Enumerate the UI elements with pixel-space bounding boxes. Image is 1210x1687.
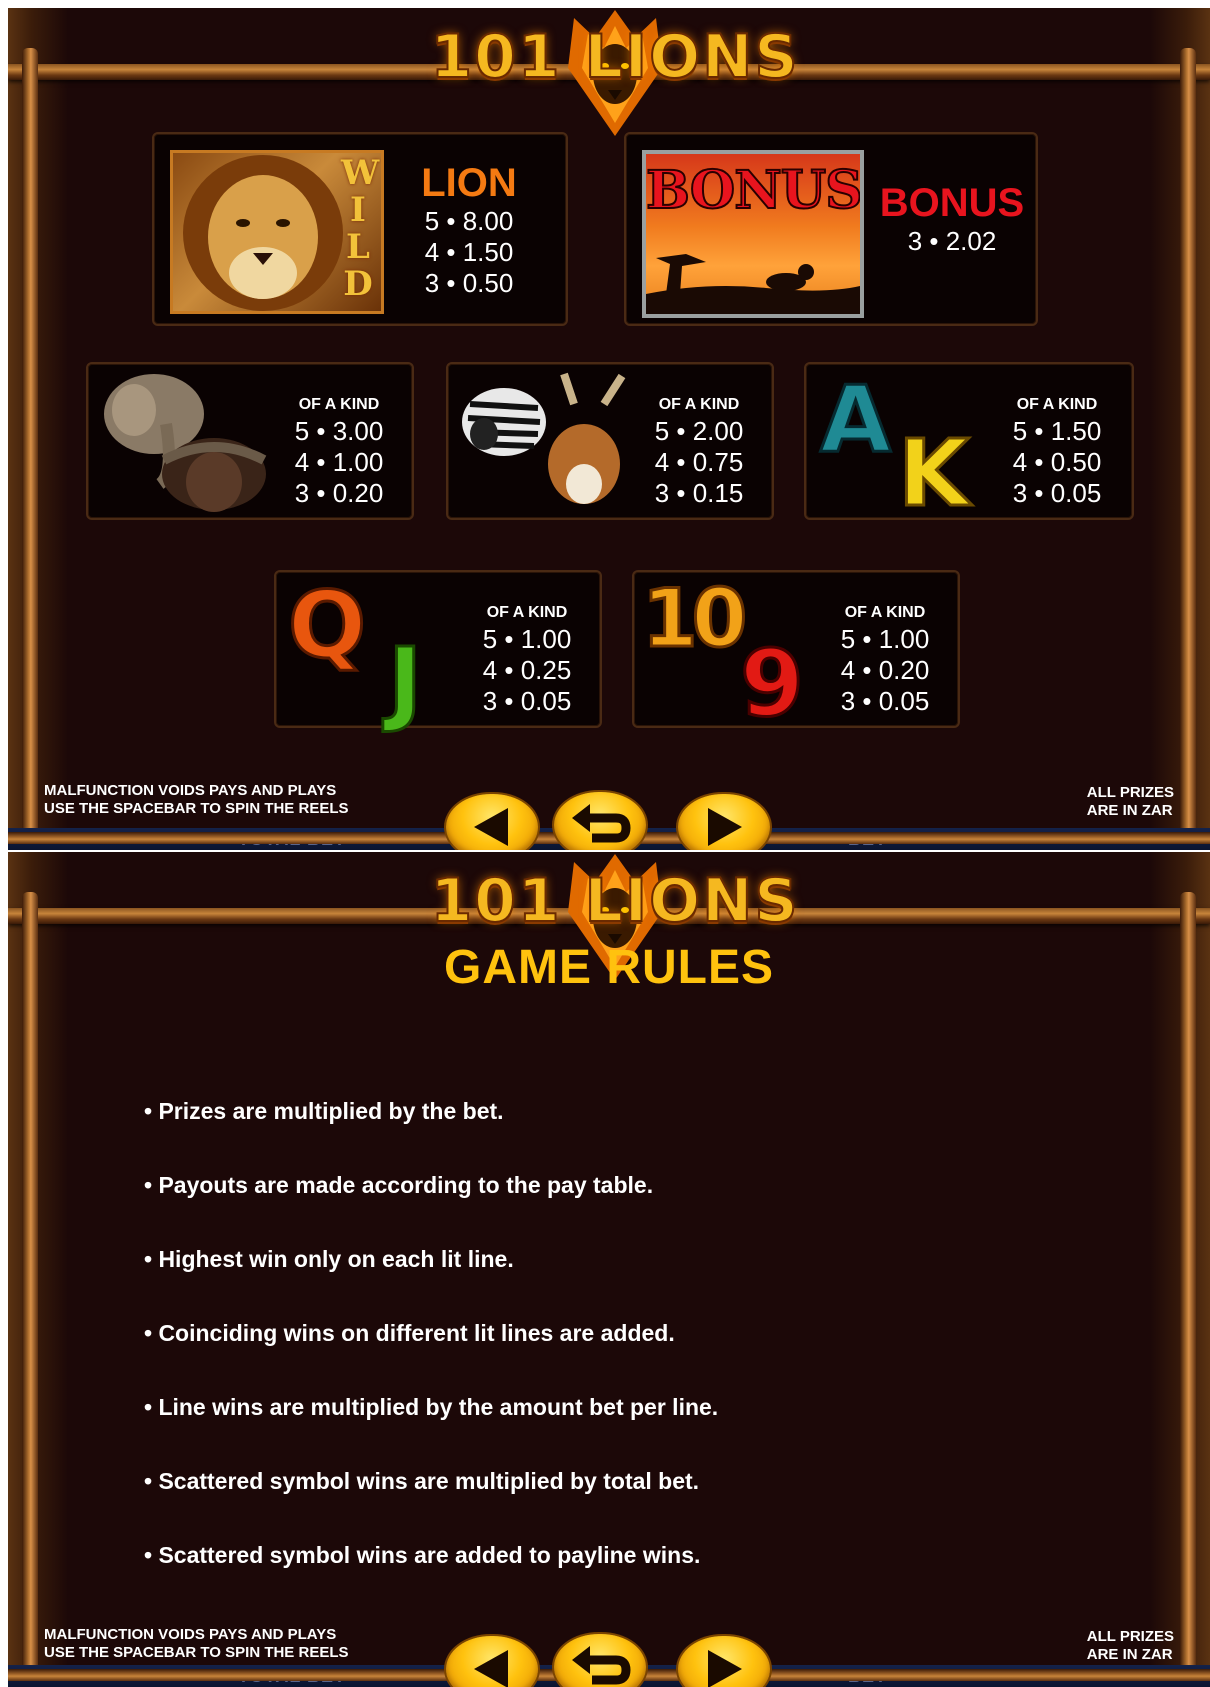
- rule-item: • Line wins are multiplied by the amount…: [144, 1394, 719, 1420]
- of-a-kind-label: OF A KIND: [1016, 396, 1098, 413]
- ten-nine-panel: 10 9 OF A KIND 5 • 1.00 4 • 0.20 3 • 0.0…: [632, 570, 960, 739]
- rule-item: • Payouts are made according to the pay …: [144, 1172, 654, 1198]
- bonus-title: BONUS: [879, 181, 1025, 225]
- lion-pay-3: 3 • 0.50: [424, 268, 514, 298]
- of-a-kind-label: OF A KIND: [844, 604, 926, 621]
- zebra-antelope-icon: [462, 372, 626, 504]
- prev-page-button[interactable]: [446, 1636, 538, 1687]
- rule-item: • Scattered symbol wins are added to pay…: [144, 1542, 701, 1568]
- back-to-game-button[interactable]: [554, 792, 646, 850]
- lion-pay-column: LION 5 • 8.00 4 • 1.50 3 • 0.50: [414, 160, 524, 299]
- a-symbol: A: [818, 365, 892, 475]
- currency-notice: ALL PRIZES ARE IN ZAR: [1087, 784, 1174, 820]
- footer-disclaimer: MALFUNCTION VOIDS PAYS AND PLAYS USE THE…: [44, 782, 349, 818]
- ak-pay-5: 5 • 1.50: [1012, 416, 1102, 446]
- qj-pay-3: 3 • 0.05: [482, 686, 572, 716]
- q-j-pay-column: OF A KIND 5 • 1.00 4 • 0.25 3 • 0.05: [472, 604, 582, 717]
- ten-nine-pay-4: 4 • 0.20: [840, 655, 930, 685]
- zebra-pay-4: 4 • 0.75: [654, 447, 744, 477]
- return-arrow-icon: [572, 1646, 631, 1685]
- currency-notice: ALL PRIZES ARE IN ZAR: [1087, 1628, 1174, 1664]
- currency-label: ARE IN ZAR: [1086, 1646, 1173, 1663]
- left-triangle-icon: [474, 1650, 508, 1687]
- return-arrow-icon: [572, 804, 631, 843]
- prev-page-button[interactable]: [446, 794, 538, 850]
- right-triangle-icon: [708, 808, 742, 846]
- rules-screen: TOTAL BET BET 101 LIONS GAME RULES • Pri…: [8, 852, 1210, 1687]
- frame-right-post: [1180, 892, 1196, 1681]
- lion-wild-symbol: WILD: [170, 150, 384, 314]
- frame-left-post: [22, 48, 38, 844]
- rule-item: • Coinciding wins on different lit lines…: [144, 1320, 675, 1346]
- of-a-kind-label: OF A KIND: [298, 396, 380, 413]
- spacebar-hint: USE THE SPACEBAR TO SPIN THE REELS: [44, 1644, 349, 1661]
- all-prizes-label: ALL PRIZES: [1086, 784, 1174, 801]
- spacebar-hint: USE THE SPACEBAR TO SPIN THE REELS: [44, 800, 349, 817]
- a-k-panel: A K OF A KIND 5 • 1.50 4 • 0.50 3 • 0.05: [804, 362, 1134, 529]
- qj-pay-5: 5 • 1.00: [482, 624, 572, 654]
- currency-label: ARE IN ZAR: [1086, 802, 1173, 819]
- malfunction-notice: MALFUNCTION VOIDS PAYS AND PLAYS: [44, 782, 337, 799]
- zebra-antelope-pay-column: OF A KIND 5 • 2.00 4 • 0.75 3 • 0.15: [644, 396, 754, 509]
- elephant-pay-3: 3 • 0.20: [294, 478, 384, 508]
- elephant-pay-4: 4 • 1.00: [294, 447, 384, 477]
- lion-wild-panel: WILD LION 5 • 8.00 4 • 1.50 3 • 0.50: [152, 132, 568, 326]
- malfunction-notice: MALFUNCTION VOIDS PAYS AND PLAYS: [44, 1626, 337, 1643]
- rules-title: GAME RULES: [443, 941, 774, 994]
- of-a-kind-label: OF A KIND: [486, 604, 568, 621]
- rule-item: • Prizes are multiplied by the bet.: [144, 1098, 504, 1124]
- elephant-buffalo-pay-column: OF A KIND 5 • 3.00 4 • 1.00 3 • 0.20: [284, 396, 394, 509]
- right-triangle-icon: [708, 1650, 742, 1687]
- ak-pay-4: 4 • 0.50: [1012, 447, 1102, 477]
- paytable-screen: TOTAL BET BET 101 LIONS WILD: [8, 8, 1210, 850]
- zebra-pay-3: 3 • 0.15: [654, 478, 744, 508]
- bonus-pay-3: 3 • 2.02: [907, 226, 997, 256]
- q-j-panel: Q J OF A KIND 5 • 1.00 4 • 0.25 3 • 0.05: [274, 570, 602, 737]
- ten-nine-pay-3: 3 • 0.05: [840, 686, 930, 716]
- wild-label: WILD: [341, 153, 380, 304]
- of-a-kind-label: OF A KIND: [658, 396, 740, 413]
- rule-item: • Highest win only on each lit line.: [144, 1246, 514, 1272]
- savanna-silhouette-icon: [646, 254, 860, 314]
- lion-pay-4: 4 • 1.50: [424, 237, 514, 267]
- j-symbol: J: [386, 627, 423, 737]
- bonus-pay-column: BONUS 3 • 2.02: [872, 180, 1032, 257]
- frame-right-post: [1180, 48, 1196, 844]
- next-page-button[interactable]: [678, 1636, 770, 1687]
- lion-title: LION: [421, 161, 517, 205]
- k-symbol: K: [896, 419, 970, 529]
- ten-symbol: 10: [640, 571, 748, 667]
- elephant-buffalo-icon: [104, 374, 267, 512]
- elephant-pay-5: 5 • 3.00: [294, 416, 384, 446]
- lion-pay-5: 5 • 8.00: [424, 206, 514, 236]
- bonus-symbol: BONUS: [642, 150, 864, 318]
- nine-symbol: 9: [738, 629, 805, 739]
- frame-left-post: [22, 892, 38, 1681]
- logo-title: 101 LIONS: [429, 21, 800, 93]
- all-prizes-label: ALL PRIZES: [1086, 1628, 1174, 1645]
- next-page-button[interactable]: [678, 794, 770, 850]
- zebra-antelope-panel: OF A KIND 5 • 2.00 4 • 0.75 3 • 0.15: [446, 362, 774, 520]
- q-symbol: Q: [286, 571, 367, 681]
- ak-pay-3: 3 • 0.05: [1012, 478, 1102, 508]
- footer-disclaimer: MALFUNCTION VOIDS PAYS AND PLAYS USE THE…: [44, 1626, 349, 1662]
- rule-item: • Scattered symbol wins are multiplied b…: [144, 1468, 700, 1494]
- a-k-pay-column: OF A KIND 5 • 1.50 4 • 0.50 3 • 0.05: [1002, 396, 1112, 509]
- qj-pay-4: 4 • 0.25: [482, 655, 572, 685]
- elephant-buffalo-panel: OF A KIND 5 • 3.00 4 • 1.00 3 • 0.20: [86, 362, 414, 520]
- bonus-panel: BONUS BONUS 3 • 2.02: [624, 132, 1038, 326]
- logo-title: 101 LIONS: [429, 865, 800, 937]
- ten-nine-pay-5: 5 • 1.00: [840, 624, 930, 654]
- zebra-pay-5: 5 • 2.00: [654, 416, 744, 446]
- ten-nine-pay-column: OF A KIND 5 • 1.00 4 • 0.20 3 • 0.05: [830, 604, 940, 717]
- left-triangle-icon: [474, 808, 508, 846]
- back-to-game-button[interactable]: [554, 1634, 646, 1687]
- game-logo: 101 LIONS: [410, 8, 820, 138]
